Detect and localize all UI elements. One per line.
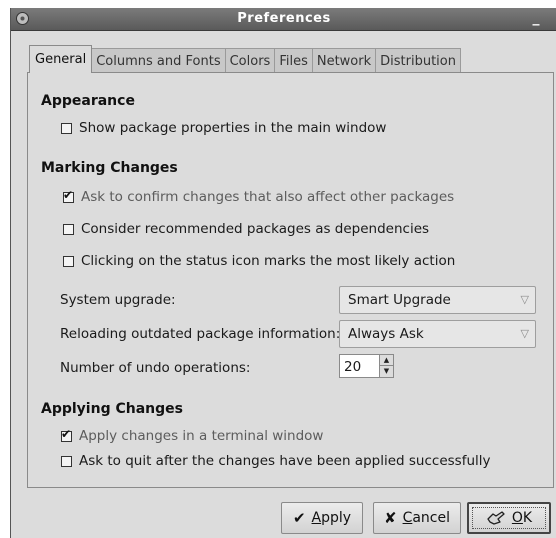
tab-bar: General Columns and Fonts Colors Files N… (29, 45, 461, 73)
terminal-label: Apply changes in a terminal window (79, 428, 324, 444)
recommended-label: Consider recommended packages as depende… (81, 221, 430, 237)
reloading-label: Reloading outdated package information: (60, 326, 341, 342)
cancel-button[interactable]: ✘ Cancel (373, 502, 461, 534)
cancel-label: Cancel (402, 510, 450, 526)
tab-general[interactable]: General (29, 45, 93, 73)
checkmark-icon: ✔ (292, 509, 306, 527)
ask-confirm-label: Ask to confirm changes that also affect … (81, 189, 455, 205)
applying-changes-heading: Applying Changes (41, 401, 183, 417)
ask-quit-label: Ask to quit after the changes have been … (79, 453, 491, 469)
ok-label: OK (511, 510, 533, 526)
preferences-window: Preferences _ General Columns and Fonts … (10, 8, 556, 538)
spinner-buttons: ▲ ▼ (379, 355, 393, 377)
dropdown-arrow-icon: ▽ (520, 293, 529, 306)
show-properties-label: Show package properties in the main wind… (79, 120, 387, 136)
tab-distribution[interactable]: Distribution (375, 48, 461, 73)
tab-columns-and-fonts[interactable]: Columns and Fonts (91, 48, 226, 73)
ask-quit-option[interactable]: Ask to quit after the changes have been … (61, 453, 491, 469)
general-panel: Appearance Show package properties in th… (27, 72, 554, 488)
x-icon: ✘ (383, 509, 397, 527)
system-upgrade-dropdown[interactable]: Smart Upgrade ▽ (339, 286, 536, 314)
show-properties-checkbox[interactable] (61, 122, 72, 134)
reloading-value: Always Ask (348, 326, 424, 342)
recommended-checkbox[interactable] (63, 223, 74, 235)
ask-quit-checkbox[interactable] (61, 455, 72, 467)
tab-files[interactable]: Files (274, 48, 313, 73)
marking-changes-heading: Marking Changes (41, 160, 178, 176)
tab-colors[interactable]: Colors (224, 48, 276, 73)
window-title: Preferences (237, 11, 331, 26)
show-properties-option[interactable]: Show package properties in the main wind… (61, 120, 386, 136)
ok-button[interactable]: OK (467, 502, 551, 534)
terminal-checkbox[interactable] (61, 427, 72, 442)
system-upgrade-value: Smart Upgrade (348, 292, 451, 308)
undo-operations-spinner[interactable]: 20 ▲ ▼ (339, 354, 394, 378)
dropdown-arrow-icon: ▽ (520, 327, 529, 340)
status-icon-option[interactable]: Clicking on the status icon marks the mo… (63, 253, 455, 269)
status-icon-label: Clicking on the status icon marks the mo… (81, 253, 456, 269)
apply-label: Apply (311, 510, 352, 526)
system-upgrade-label: System upgrade: (60, 292, 176, 308)
status-icon-checkbox[interactable] (63, 255, 74, 267)
minimize-button[interactable]: _ (529, 10, 543, 26)
ok-hand-icon (487, 511, 505, 525)
ask-confirm-checkbox[interactable] (63, 188, 74, 203)
appearance-heading: Appearance (41, 93, 135, 109)
undo-operations-label: Number of undo operations: (60, 360, 251, 376)
spin-up-icon[interactable]: ▲ (380, 355, 393, 366)
tab-network[interactable]: Network (311, 48, 377, 73)
apply-button[interactable]: ✔ Apply (281, 502, 363, 534)
terminal-option[interactable]: Apply changes in a terminal window (61, 427, 324, 444)
undo-operations-value[interactable]: 20 (344, 359, 361, 375)
reloading-dropdown[interactable]: Always Ask ▽ (339, 320, 536, 348)
recommended-option[interactable]: Consider recommended packages as depende… (63, 221, 429, 237)
title-bar[interactable]: Preferences _ (11, 8, 556, 31)
ask-confirm-option[interactable]: Ask to confirm changes that also affect … (63, 188, 455, 205)
spin-down-icon[interactable]: ▼ (380, 366, 393, 377)
